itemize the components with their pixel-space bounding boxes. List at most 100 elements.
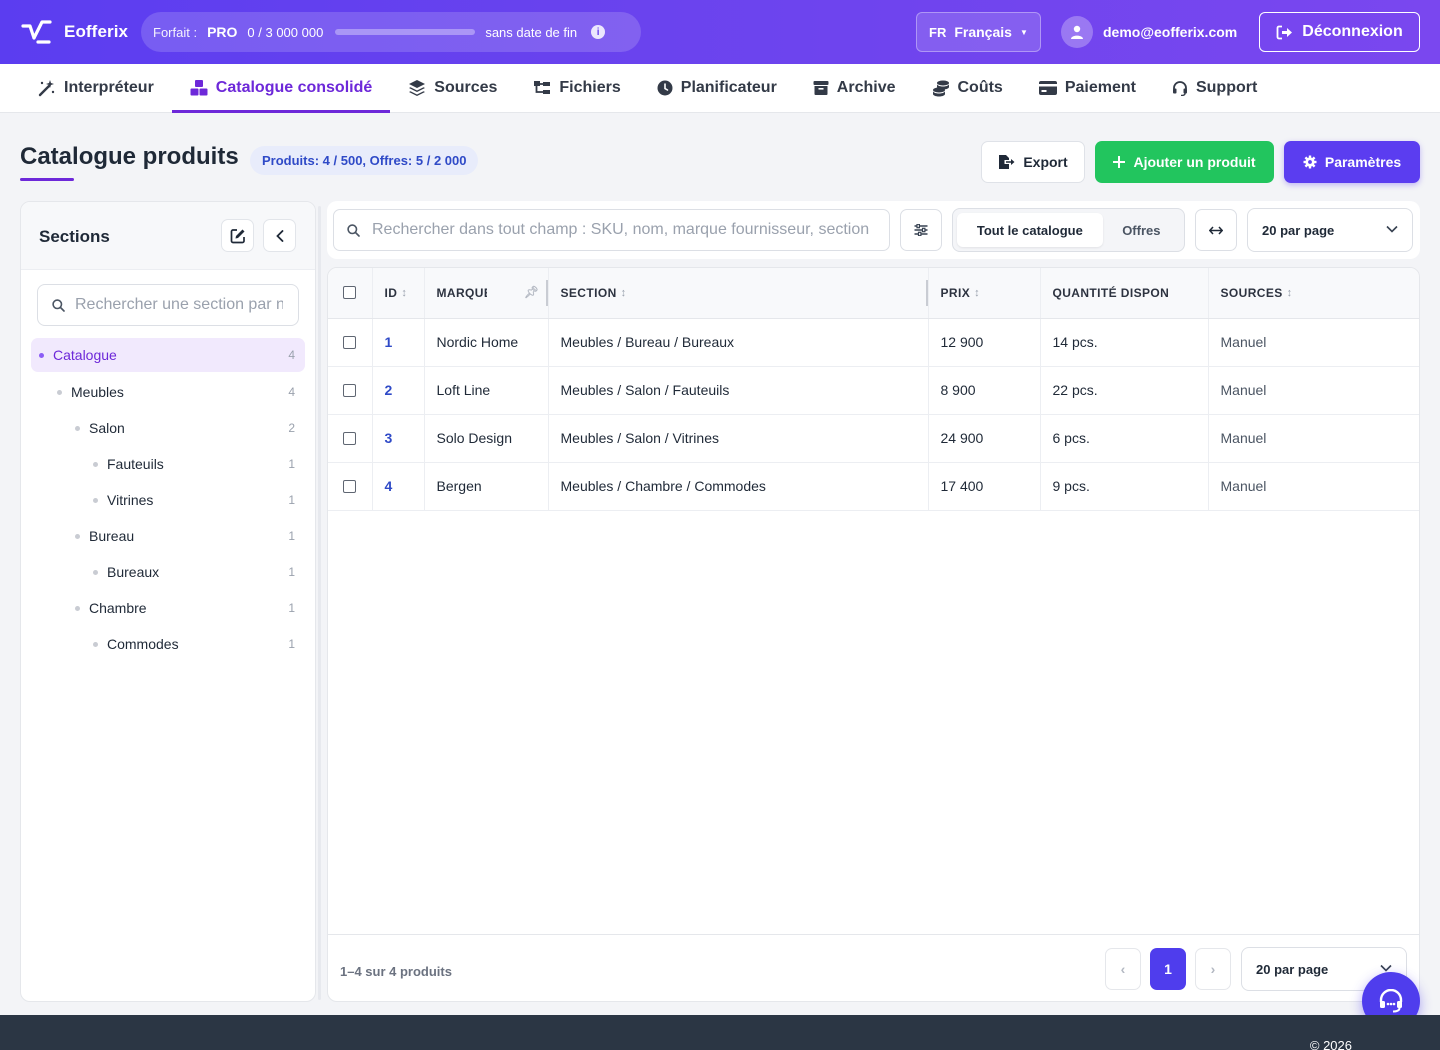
logout-label: Déconnexion bbox=[1302, 23, 1403, 40]
nav-label: Sources bbox=[434, 79, 498, 96]
cell-sources: Manuel bbox=[1207, 366, 1419, 415]
user-avatar-icon bbox=[1061, 16, 1093, 48]
section-search[interactable] bbox=[37, 284, 299, 326]
row-select-cell bbox=[328, 318, 372, 367]
table-row[interactable]: 1 Nordic Home Meubles / Bureau / Bureaux 12… bbox=[328, 318, 1419, 367]
segment-all-catalog[interactable]: Tout le catalogue bbox=[957, 213, 1103, 247]
cell-id[interactable]: 4 bbox=[371, 462, 424, 511]
tree-item-chambre[interactable]: Chambre 1 bbox=[31, 590, 305, 626]
column-section-label: SECTION bbox=[560, 285, 617, 300]
tree-item-bureaux[interactable]: Bureaux 1 bbox=[31, 554, 305, 590]
row-select-cell bbox=[328, 366, 372, 415]
tree-item-fauteuils[interactable]: Fauteuils 1 bbox=[31, 446, 305, 482]
previous-page-button[interactable]: ‹ bbox=[1105, 948, 1141, 990]
column-sources[interactable]: SOURCES ↕ bbox=[1207, 268, 1419, 319]
table-row[interactable]: 4 Bergen Meubles / Chambre / Commodes 17 40… bbox=[328, 462, 1419, 511]
tree-item-meubles[interactable]: Meubles 4 bbox=[31, 374, 305, 410]
sort-icon[interactable]: ↕ bbox=[1287, 287, 1293, 299]
row-checkbox[interactable] bbox=[343, 383, 356, 397]
sort-icon[interactable]: ↕ bbox=[401, 287, 407, 299]
tree-item-label: Catalogue bbox=[53, 347, 117, 363]
select-all-checkbox[interactable] bbox=[343, 286, 356, 300]
table-row[interactable]: 2 Loft Line Meubles / Salon / Fauteuils 8 9… bbox=[328, 366, 1419, 415]
column-sources-label: SOURCES bbox=[1220, 285, 1283, 300]
nav-item-paiement[interactable]: Paiement bbox=[1021, 64, 1154, 113]
nav-item-sources[interactable]: Sources bbox=[390, 64, 515, 113]
credit-card-icon bbox=[1038, 81, 1057, 95]
cell-section: Meubles / Salon / Vitrines bbox=[547, 414, 928, 463]
logout-button[interactable]: Déconnexion bbox=[1259, 12, 1420, 52]
sidebar-resize-handle[interactable] bbox=[318, 206, 321, 1000]
cell-brand: Solo Design bbox=[423, 414, 548, 463]
column-section[interactable]: SECTION ↕ bbox=[547, 268, 928, 319]
column-price[interactable]: PRIX ↕ bbox=[927, 268, 1040, 319]
filters-button[interactable] bbox=[900, 209, 942, 251]
sort-icon[interactable]: ↕ bbox=[621, 287, 627, 299]
current-page-button[interactable]: 1 bbox=[1150, 948, 1186, 990]
segment-offers[interactable]: Offres bbox=[1103, 213, 1180, 247]
nav-item-fichiers[interactable]: Fichiers bbox=[515, 64, 638, 113]
per-page-value: 20 par page bbox=[1262, 222, 1335, 238]
nav-label: Catalogue consolidé bbox=[215, 79, 373, 96]
tree-item-count: 1 bbox=[288, 457, 295, 471]
column-id[interactable]: ID ↕ bbox=[371, 268, 424, 319]
nav-item-couts[interactable]: Coûts bbox=[914, 64, 1021, 113]
tree-item-commodes[interactable]: Commodes 1 bbox=[31, 626, 305, 662]
tree-item-vitrines[interactable]: Vitrines 1 bbox=[31, 482, 305, 518]
collapse-sidebar-button[interactable] bbox=[263, 219, 296, 252]
top-bar: Eofferix Forfait : PRO 0 / 3 000 000 san… bbox=[0, 0, 1440, 64]
next-page-button[interactable]: › bbox=[1195, 948, 1231, 990]
export-button[interactable]: Export bbox=[981, 141, 1085, 183]
catalog-search[interactable] bbox=[333, 209, 890, 251]
chevron-down-icon bbox=[1386, 225, 1398, 233]
info-icon[interactable]: i bbox=[591, 25, 606, 39]
table-row[interactable]: 3 Solo Design Meubles / Salon / Vitrines 24… bbox=[328, 414, 1419, 463]
cell-id[interactable]: 2 bbox=[371, 366, 424, 415]
results-range: 1–4 sur 4 produits bbox=[340, 964, 452, 979]
expand-columns-button[interactable] bbox=[1195, 209, 1237, 251]
sign-out-icon bbox=[1276, 25, 1293, 39]
layers-icon bbox=[409, 80, 426, 96]
per-page-select[interactable]: 20 par page bbox=[1247, 208, 1413, 252]
user-menu[interactable]: demo@eofferix.com bbox=[1061, 16, 1237, 48]
pin-icon[interactable]: 📌︎ bbox=[524, 285, 540, 299]
nav-item-planificateur[interactable]: Planificateur bbox=[639, 64, 795, 113]
language-selector[interactable]: FR Français ▼ bbox=[916, 12, 1041, 52]
row-checkbox[interactable] bbox=[343, 479, 356, 493]
search-icon bbox=[52, 298, 65, 312]
nav-item-interpreteur[interactable]: Interpréteur bbox=[20, 64, 172, 113]
cell-id[interactable]: 1 bbox=[371, 318, 424, 367]
title-underline bbox=[20, 178, 74, 181]
user-email: demo@eofferix.com bbox=[1103, 24, 1238, 40]
tree-item-catalogue[interactable]: Catalogue 4 bbox=[31, 338, 305, 372]
table-header-row: ID↕ MARQUE 📌︎ SECTION ↕ PRIX↕ QUANTITÉ DI… bbox=[328, 268, 1419, 319]
folder-tree-icon bbox=[534, 81, 551, 94]
tree-item-count: 1 bbox=[288, 637, 295, 651]
add-product-button[interactable]: Ajouter un produit bbox=[1095, 141, 1274, 183]
row-checkbox[interactable] bbox=[343, 335, 356, 349]
section-search-input[interactable] bbox=[75, 296, 283, 314]
nav-item-support[interactable]: Support bbox=[1154, 64, 1275, 113]
column-brand-label: MARQUE bbox=[436, 285, 487, 300]
row-checkbox[interactable] bbox=[343, 431, 356, 445]
clock-icon bbox=[657, 80, 673, 96]
tree-item-bureau[interactable]: Bureau 1 bbox=[31, 518, 305, 554]
column-quantity[interactable]: QUANTITÉ DISPONIBLE bbox=[1039, 268, 1208, 319]
column-brand[interactable]: MARQUE 📌︎ bbox=[423, 268, 548, 319]
nav-item-archive[interactable]: Archive bbox=[795, 64, 914, 113]
sort-icon[interactable]: ↕ bbox=[974, 287, 980, 299]
tree-item-salon[interactable]: Salon 2 bbox=[31, 410, 305, 446]
cell-id[interactable]: 3 bbox=[371, 414, 424, 463]
brand[interactable]: Eofferix bbox=[20, 18, 128, 46]
cell-sources: Manuel bbox=[1207, 414, 1419, 463]
settings-button[interactable]: Paramètres bbox=[1284, 141, 1420, 183]
tree-item-label: Fauteuils bbox=[107, 456, 164, 472]
cell-qty: 6 pcs. bbox=[1039, 414, 1208, 463]
nav-item-catalogue-consolide[interactable]: Catalogue consolidé bbox=[171, 64, 391, 113]
edit-sections-button[interactable] bbox=[221, 219, 254, 252]
nav-label: Coûts bbox=[957, 79, 1003, 96]
catalog-search-input[interactable] bbox=[372, 221, 877, 239]
table-footer: 1–4 sur 4 produits ‹ 1 › 20 par page bbox=[328, 934, 1419, 1001]
nav-label: Interpréteur bbox=[64, 79, 154, 96]
nav-label: Paiement bbox=[1064, 79, 1136, 96]
